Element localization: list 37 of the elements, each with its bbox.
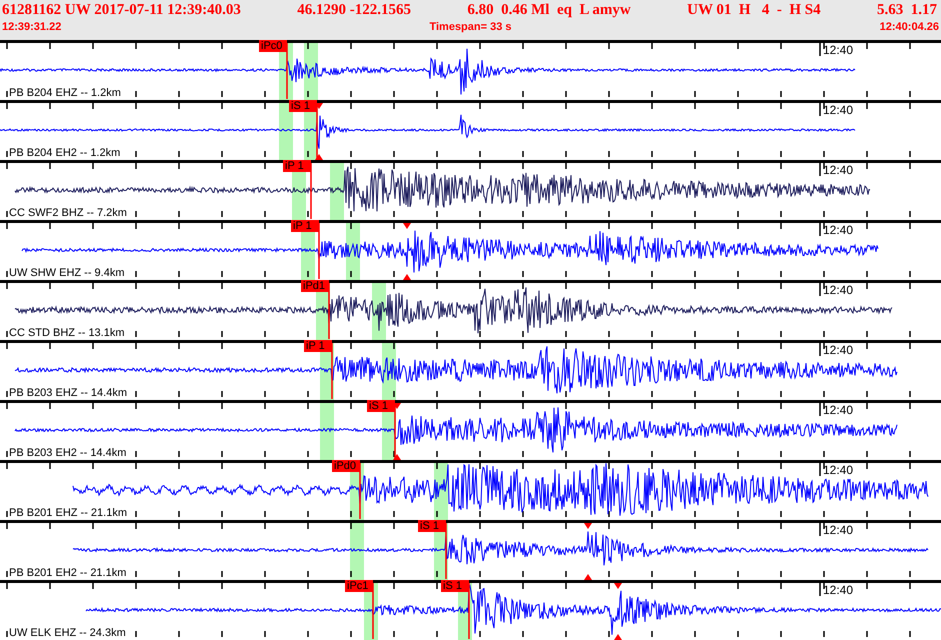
station-label: PB B204 EH2 -- 1.2km [8, 147, 122, 159]
timespan: Timespan= 33 s [429, 21, 512, 33]
station-label: UW ELK EHZ -- 24.3km [8, 627, 127, 639]
time-label: 12:40 [823, 583, 854, 597]
time-label: 12:40 [823, 463, 854, 477]
pick-label[interactable]: iP 1 [304, 340, 332, 352]
event-summary: 61281162 UW 2017-07-11 12:39:40.03 [2, 2, 241, 19]
event-summary: 5.63 1.17 [876, 2, 937, 19]
time-label: 12:40 [823, 283, 854, 297]
station-label: PB B203 EH2 -- 14.4km [8, 447, 128, 459]
event-summary: UW 01 H 4 - H S4 [687, 2, 821, 19]
pick-label[interactable]: iPc1 [345, 580, 373, 592]
pick-label[interactable]: iS 1 [418, 520, 446, 532]
pick-label[interactable]: iP 1 [283, 160, 311, 172]
station-label: CC SWF2 BHZ -- 7.2km [8, 207, 128, 219]
station-label: PB B203 EHZ -- 14.4km [8, 387, 128, 399]
station-label: UW SHW EHZ -- 9.4km [8, 267, 126, 279]
event-summary: 6.80 0.46 Ml eq L amyw [467, 2, 631, 19]
time-label: 12:40 [823, 403, 854, 417]
station-label: CC STD BHZ -- 13.1km [8, 327, 126, 339]
station-label: PB B201 EH2 -- 21.1km [8, 567, 128, 579]
station-label: PB B204 EHZ -- 1.2km [8, 87, 122, 99]
end-time: 12:40:04.26 [880, 21, 939, 33]
pick-label[interactable]: iPc0 [259, 40, 287, 52]
pick-label[interactable]: iPd0 [332, 460, 360, 472]
time-label: 12:40 [823, 103, 854, 117]
pick-label[interactable]: iS 1 [441, 580, 469, 592]
start-time: 12:39:31.22 [2, 21, 62, 33]
time-label: 12:40 [823, 523, 854, 537]
time-label: 12:40 [823, 343, 854, 357]
pick-label[interactable]: iPd1 [301, 280, 329, 292]
time-label: 12:40 [823, 43, 854, 57]
time-label: 12:40 [823, 163, 854, 177]
station-label: PB B201 EHZ -- 21.1km [8, 507, 128, 519]
pick-label[interactable]: iP 1 [291, 220, 319, 232]
time-label: 12:40 [823, 223, 854, 237]
event-summary: 46.1290 -122.1565 [297, 2, 412, 19]
